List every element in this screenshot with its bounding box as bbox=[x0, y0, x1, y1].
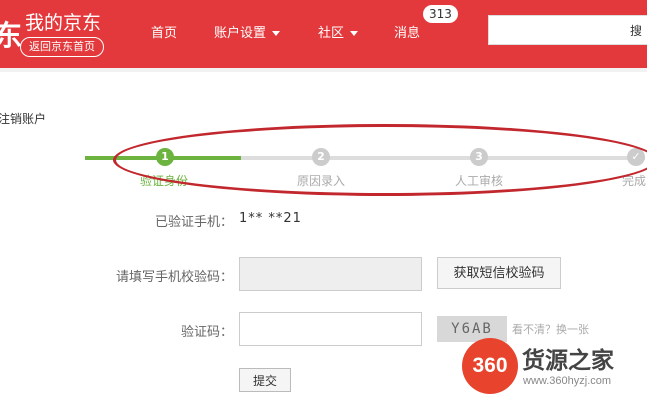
watermark-url: www.360hyzj.com bbox=[523, 375, 612, 387]
page-title: 注销账户 bbox=[0, 112, 47, 126]
nav-messages[interactable]: 消息 bbox=[394, 22, 420, 41]
nav-account-settings-label: 账户设置 bbox=[214, 26, 267, 41]
verified-phone-value: 1** **21 bbox=[239, 211, 302, 226]
nav-account-settings[interactable]: 账户设置 bbox=[214, 22, 281, 41]
watermark-logo: 360 bbox=[462, 338, 518, 394]
nav-home-label: 首页 bbox=[151, 26, 178, 41]
my-jd-title: 我的京东 bbox=[25, 12, 102, 34]
chevron-down-icon bbox=[272, 31, 281, 36]
red-circle-annotation bbox=[113, 124, 647, 196]
top-navigation-bar: 东 我的京东 返回京东首页 首页 账户设置 社区 消息 313 搜 bbox=[0, 0, 647, 68]
nav-community-label: 社区 bbox=[318, 26, 345, 41]
sms-code-label: 请填写手机校验码： bbox=[116, 270, 234, 285]
search-input[interactable] bbox=[488, 15, 647, 45]
watermark-title: 货源之家 bbox=[522, 348, 614, 374]
submit-button[interactable]: 提交 bbox=[239, 368, 291, 392]
get-sms-code-button[interactable]: 获取短信校验码 bbox=[437, 257, 561, 289]
nav-community[interactable]: 社区 bbox=[318, 22, 359, 41]
refresh-captcha-link[interactable]: 看不清？换一张 bbox=[512, 321, 589, 337]
jd-logo[interactable]: 东 bbox=[0, 14, 22, 54]
captcha-label: 验证码： bbox=[181, 325, 234, 340]
chevron-down-icon bbox=[350, 31, 359, 36]
header-divider bbox=[0, 68, 647, 72]
nav-home[interactable]: 首页 bbox=[151, 22, 177, 41]
sms-code-input[interactable] bbox=[239, 257, 422, 291]
back-to-home-button[interactable]: 返回京东首页 bbox=[20, 37, 104, 57]
search-button[interactable]: 搜 bbox=[630, 22, 642, 39]
phone-label: 已验证手机： bbox=[155, 215, 234, 230]
nav-messages-label: 消息 bbox=[394, 26, 421, 41]
captcha-input[interactable] bbox=[239, 312, 422, 346]
message-count-badge: 313 bbox=[423, 5, 458, 23]
